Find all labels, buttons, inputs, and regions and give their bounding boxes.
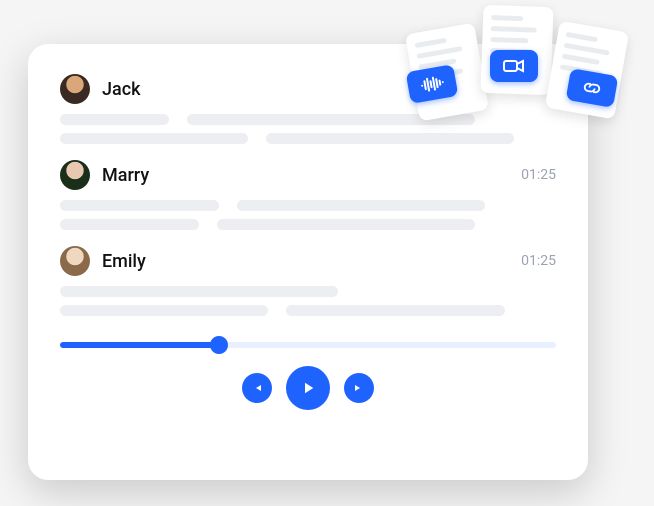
speaker-block: Marry 01:25: [60, 160, 556, 230]
speaker-block: Jack: [60, 74, 556, 144]
speaker-name: Marry: [102, 165, 149, 186]
previous-button[interactable]: [242, 373, 272, 403]
transcript-line-row: [60, 219, 556, 230]
avatar: [60, 74, 90, 104]
play-button[interactable]: [286, 366, 330, 410]
transcript-line-row: [60, 200, 556, 211]
transcript-line-row: [60, 133, 556, 144]
transcript-line-row: [60, 114, 556, 125]
transcript-card: Jack Marry 01:25 Emily: [28, 44, 588, 480]
playback-progress[interactable]: [60, 342, 556, 348]
placeholder-line: [60, 219, 199, 230]
speaker-header: Marry 01:25: [60, 160, 556, 190]
progress-thumb[interactable]: [210, 336, 228, 354]
speaker-block: Emily 01:25: [60, 246, 556, 316]
speaker-name: Jack: [102, 79, 141, 100]
play-icon: [299, 379, 317, 397]
avatar: [60, 246, 90, 276]
placeholder-line: [60, 114, 169, 125]
playback-controls: [60, 366, 556, 410]
skip-forward-icon: [353, 382, 365, 394]
speaker-time: 01:25: [521, 167, 556, 183]
placeholder-line: [266, 133, 514, 144]
placeholder-line: [60, 305, 268, 316]
speaker-time: 01:25: [521, 253, 556, 269]
placeholder-line: [237, 200, 485, 211]
speaker-name: Emily: [102, 251, 146, 272]
speaker-header: Jack: [60, 74, 556, 104]
speaker-header: Emily 01:25: [60, 246, 556, 276]
transcript-line-row: [60, 286, 556, 297]
placeholder-line: [60, 286, 338, 297]
placeholder-line: [217, 219, 475, 230]
avatar: [60, 160, 90, 190]
placeholder-line: [286, 305, 504, 316]
placeholder-line: [60, 200, 219, 211]
transcript-line-row: [60, 305, 556, 316]
placeholder-line: [187, 114, 475, 125]
placeholder-line: [60, 133, 248, 144]
next-button[interactable]: [344, 373, 374, 403]
skip-back-icon: [251, 382, 263, 394]
progress-fill: [60, 342, 219, 348]
